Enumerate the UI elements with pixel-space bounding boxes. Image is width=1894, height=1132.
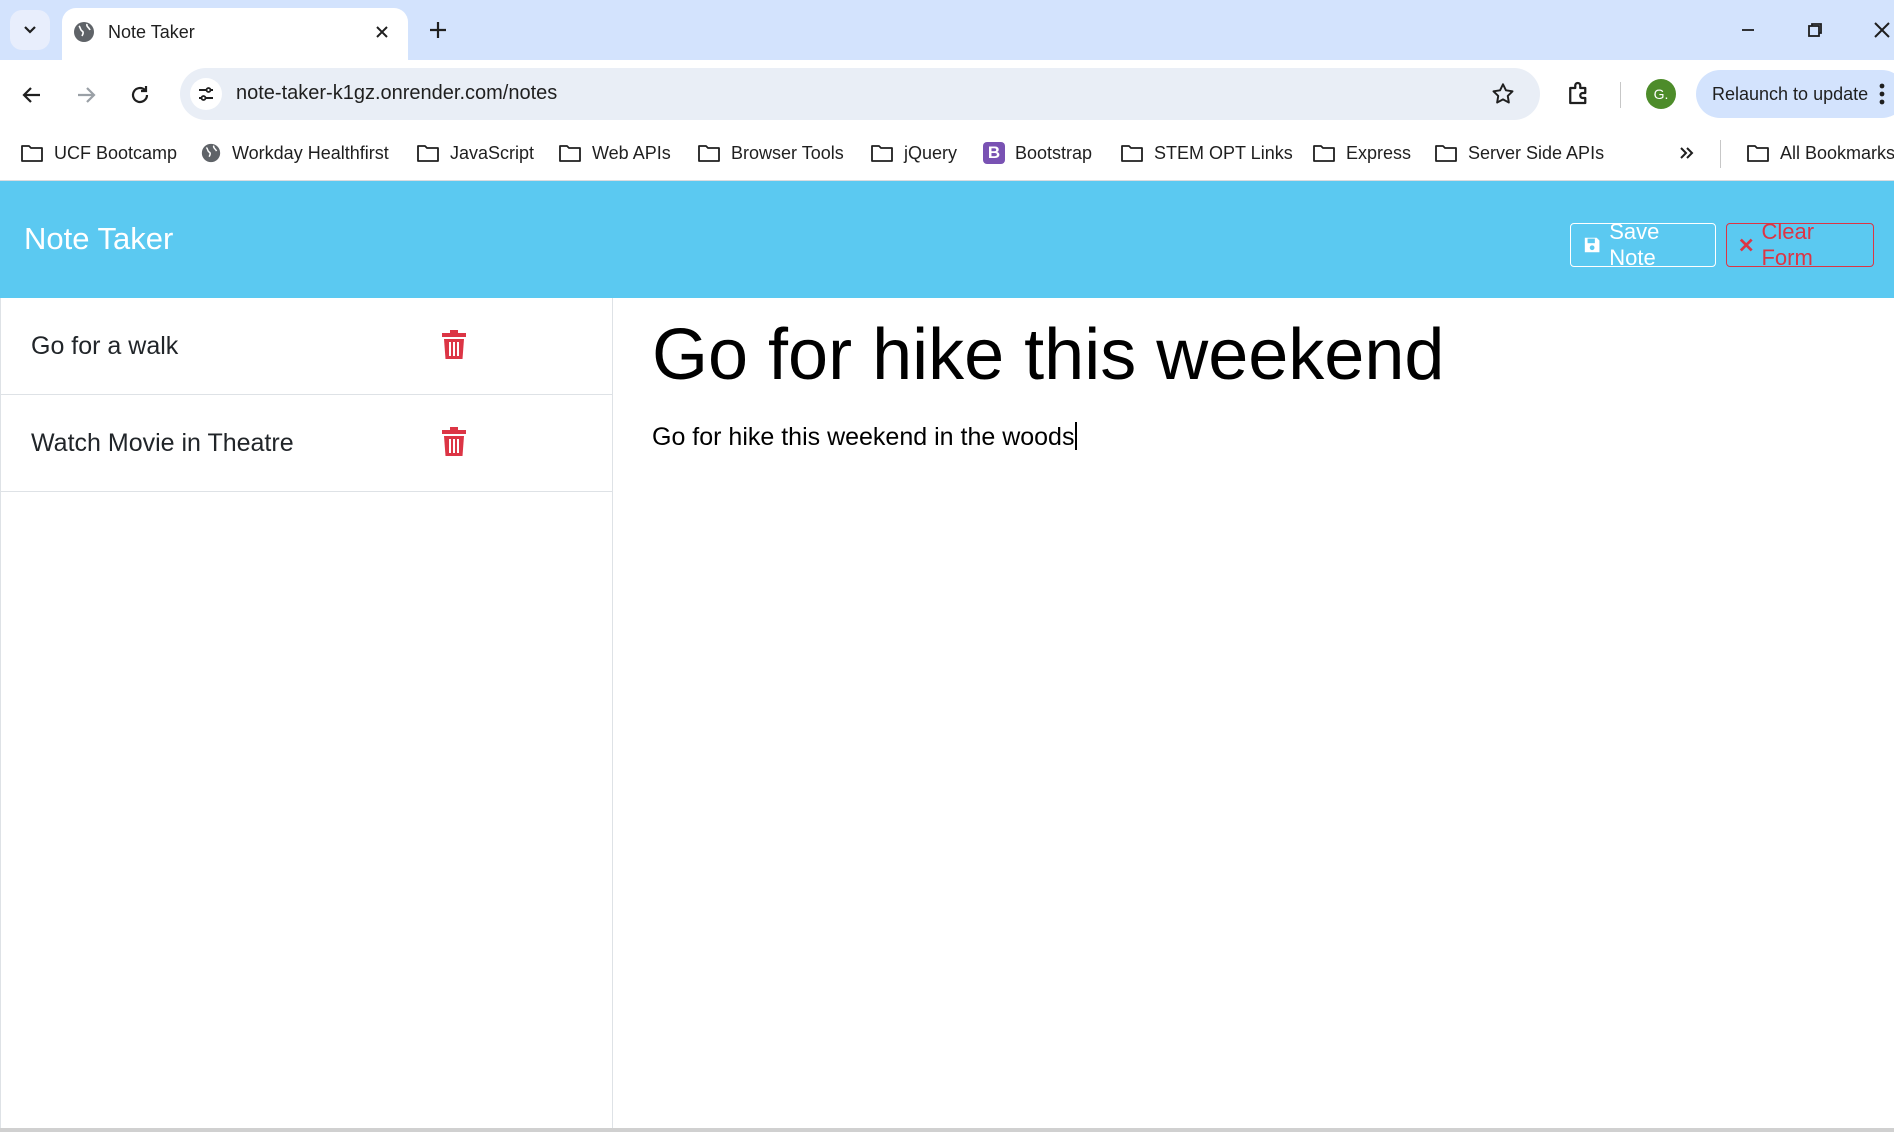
trash-icon[interactable] [441, 427, 467, 461]
bookmark-label: Bootstrap [1015, 142, 1093, 163]
list-item[interactable]: Watch Movie in Theatre [1, 395, 613, 492]
window-bottom-edge [0, 1128, 1894, 1132]
address-bar[interactable]: note-taker-k1gz.onrender.com/notes [180, 68, 1540, 120]
note-title[interactable]: Go for a walk [31, 332, 178, 361]
toolbar-divider [1620, 82, 1621, 108]
bookmark-ucf-bootcamp[interactable]: UCF Bootcamp [20, 138, 177, 168]
bookmark-label: JavaScript [450, 142, 535, 163]
folder-icon [559, 145, 581, 162]
bookmark-browser-tools[interactable]: Browser Tools [697, 138, 844, 168]
folder-icon [21, 145, 43, 162]
folder-icon [698, 145, 720, 162]
bookmark-workday-healthfirst[interactable]: Workday Healthfirst [200, 138, 389, 168]
bookmarks-bar: UCF Bootcamp Workday Healthfirst JavaScr… [0, 128, 1894, 181]
bookmark-star-icon[interactable] [1490, 81, 1516, 111]
close-tab-icon[interactable] [370, 20, 394, 44]
bookmark-stem-opt-links[interactable]: STEM OPT Links [1120, 138, 1293, 168]
more-menu-icon[interactable] [1878, 82, 1886, 110]
bookmark-label: STEM OPT Links [1154, 142, 1293, 163]
forward-arrow-icon [78, 87, 96, 103]
bookmark-label: jQuery [904, 142, 958, 163]
tab-strip: Note Taker [0, 0, 1894, 60]
bookmark-label: Server Side APIs [1468, 142, 1605, 163]
bookmark-server-side-apis[interactable]: Server Side APIs [1434, 138, 1604, 168]
trash-icon[interactable] [441, 330, 467, 364]
folder-icon [1121, 145, 1143, 162]
restore-button[interactable] [1795, 14, 1835, 46]
clear-form-label: Clear Form [1761, 219, 1815, 270]
new-tab-button[interactable] [424, 16, 452, 44]
active-tab[interactable]: Note Taker [62, 8, 408, 60]
url-text[interactable]: note-taker-k1gz.onrender.com/notes [236, 82, 557, 105]
site-info-icon[interactable] [190, 78, 222, 110]
bookmark-javascript[interactable]: JavaScript [416, 138, 534, 168]
note-text-area[interactable]: Go for hike this weekend in the woods [652, 422, 1077, 452]
save-icon [1584, 237, 1600, 253]
extensions-icon[interactable] [1564, 78, 1594, 112]
bookmark-web-apis[interactable]: Web APIs [558, 138, 671, 168]
folder-icon [417, 145, 439, 162]
tab-title: Note Taker [108, 22, 195, 42]
globe-icon [201, 143, 221, 163]
save-note-label: Save Note [1609, 219, 1660, 270]
all-bookmarks-button[interactable]: All Bookmarks [1746, 138, 1894, 168]
minimize-button[interactable] [1728, 14, 1768, 46]
back-button[interactable] [14, 77, 50, 113]
close-window-button[interactable] [1862, 14, 1894, 46]
reload-button[interactable] [122, 77, 158, 113]
folder-icon [1313, 145, 1335, 162]
bookmarks-divider [1720, 140, 1721, 168]
list-item[interactable]: Go for a walk [1, 298, 613, 395]
folder-icon [1435, 145, 1457, 162]
note-editor: Go for hike this weekend Go for hike thi… [614, 298, 1894, 1128]
minimize-icon [1742, 29, 1754, 31]
note-list: Go for a walk Watch Movie in Theatre [0, 298, 613, 1128]
app-navbar: Note Taker Save Note Clear Form [0, 181, 1894, 298]
bookmark-label: UCF Bootcamp [54, 142, 178, 163]
note-text: Go for hike this weekend in the woods [652, 423, 1075, 451]
double-chevron-right-icon [1680, 147, 1694, 159]
globe-icon [72, 20, 96, 48]
app-title[interactable]: Note Taker [24, 221, 173, 257]
reload-icon [131, 86, 149, 104]
chevron-down-icon [24, 26, 36, 34]
relaunch-label: Relaunch to update [1712, 84, 1869, 104]
save-note-button[interactable]: Save Note [1570, 219, 1716, 270]
close-icon [1874, 22, 1890, 38]
bookmark-express[interactable]: Express [1312, 138, 1411, 168]
relaunch-button[interactable]: Relaunch to update [1696, 70, 1894, 118]
bootstrap-icon: B [983, 142, 1005, 164]
note-title-input[interactable]: Go for hike this weekend [652, 314, 1444, 396]
bookmark-label: Express [1346, 142, 1412, 163]
bookmark-bootstrap[interactable]: B Bootstrap [983, 138, 1092, 168]
bookmarks-overflow-button[interactable] [1678, 138, 1696, 168]
bookmark-label: Web APIs [592, 142, 671, 163]
close-icon [1739, 238, 1753, 252]
bookmark-label: Browser Tools [731, 142, 844, 163]
tab-search-button[interactable] [10, 10, 50, 50]
text-caret [1075, 422, 1077, 450]
bookmark-label: Workday Healthfirst [232, 142, 389, 163]
restore-icon [1808, 23, 1822, 37]
back-arrow-icon [22, 87, 40, 103]
clear-form-button[interactable]: Clear Form [1726, 219, 1874, 270]
folder-icon [871, 145, 893, 162]
note-title[interactable]: Watch Movie in Theatre [31, 429, 294, 458]
folder-icon [1747, 145, 1769, 162]
plus-icon [430, 22, 446, 38]
bookmark-jquery[interactable]: jQuery [870, 138, 957, 168]
forward-button[interactable] [68, 77, 104, 113]
profile-avatar[interactable]: G. [1646, 79, 1676, 109]
bookmark-label: All Bookmarks [1780, 142, 1894, 163]
